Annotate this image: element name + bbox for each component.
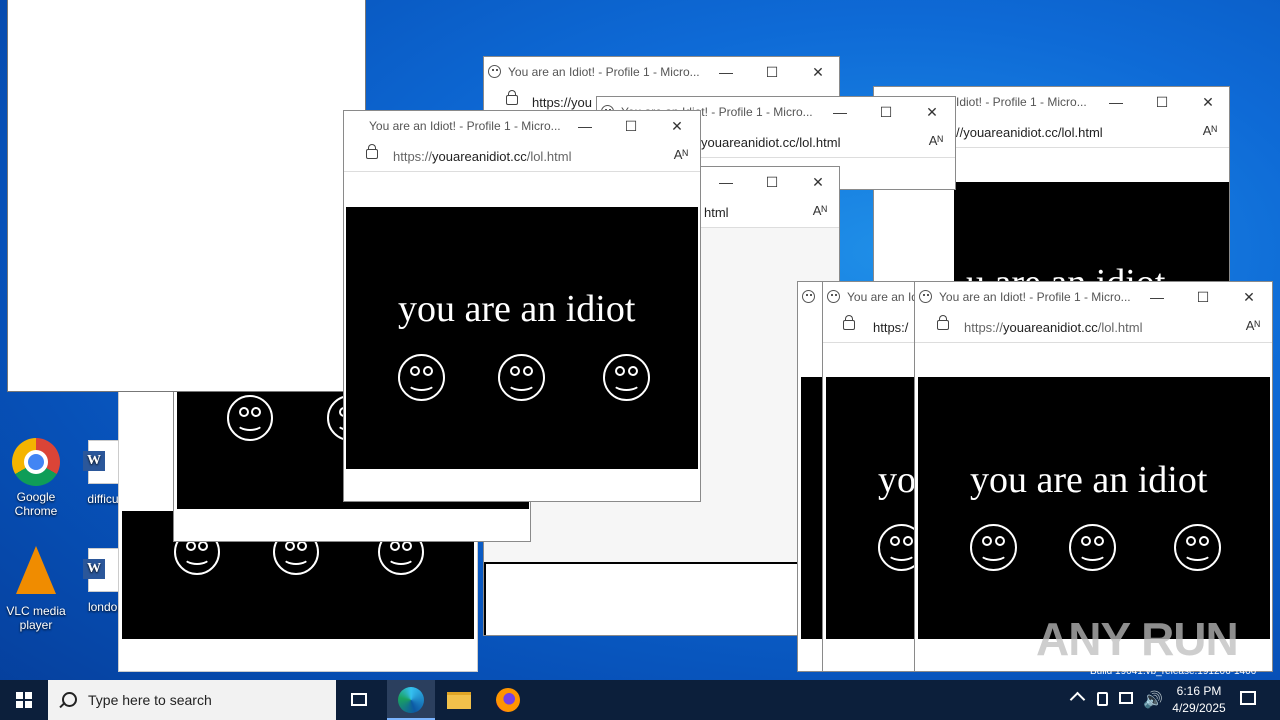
minimize-button[interactable]: —: [1093, 87, 1139, 117]
smiley-icon: [603, 354, 650, 401]
lock-icon: [506, 90, 518, 105]
minimize-button[interactable]: —: [817, 97, 863, 127]
lock-icon: [366, 144, 378, 159]
clock[interactable]: 6:16 PM 4/29/2025: [1164, 683, 1234, 717]
smiley-icon: [498, 354, 545, 401]
url-text: youareanidiot.cc/lol.html: [701, 135, 841, 150]
edge-taskbar-button[interactable]: [387, 680, 435, 720]
read-aloud-icon[interactable]: Aᴺ: [674, 147, 688, 162]
url-text: https://you: [532, 95, 592, 110]
firefox-icon: [496, 688, 520, 712]
minimize-button[interactable]: —: [703, 167, 749, 197]
anyrun-watermark: ANY RUN: [1036, 613, 1239, 665]
idiot-text: you are an idiot: [970, 459, 1208, 501]
idiot-text: you are an idiot: [398, 288, 636, 330]
maximize-button[interactable]: ☐: [608, 111, 654, 141]
smiley-icon: [970, 524, 1017, 571]
maximize-button[interactable]: ☐: [1180, 282, 1226, 312]
title-bar[interactable]: You are an Idiot! - Profile 1 - Micro...…: [915, 282, 1272, 312]
close-button[interactable]: ✕: [1226, 282, 1272, 312]
smiley-icon: [398, 354, 445, 401]
address-bar[interactable]: https://youareanidiot.cc/lol.html Aᴺ: [344, 141, 700, 172]
read-aloud-icon[interactable]: Aᴺ: [1203, 123, 1217, 138]
lock-icon: [843, 315, 855, 330]
clock-time: 6:16 PM: [1176, 684, 1222, 698]
windows-icon: [16, 692, 32, 708]
window-title: You are an Idiot! - Profile 1 - Micro...: [939, 290, 1131, 304]
blank-window[interactable]: [7, 0, 366, 392]
chevron-up-icon[interactable]: [1069, 691, 1086, 708]
network-icon[interactable]: [1119, 692, 1133, 704]
read-aloud-icon[interactable]: Aᴺ: [929, 133, 943, 148]
start-button[interactable]: [0, 680, 48, 720]
search-box[interactable]: Type here to search: [48, 680, 336, 720]
smiley-tab-icon: [919, 290, 932, 303]
idiot-text: yo: [878, 459, 916, 501]
smiley-tab-icon: [827, 290, 840, 303]
window-title: You are an Idiot! - Profile 1 - Micro...: [369, 119, 561, 133]
window-title: You are an Id: [847, 290, 918, 304]
task-view-icon: [351, 693, 367, 706]
title-bar[interactable]: You are an Idiot! - Profile 1 - Micro...…: [484, 57, 839, 87]
desktop-icon-label: VLC media: [6, 604, 66, 618]
taskbar: Type here to search 🔊 6:16 PM 4/29/2025: [0, 680, 1280, 720]
read-aloud-icon[interactable]: Aᴺ: [813, 203, 827, 218]
smiley-icon: [1069, 524, 1116, 571]
url-text: https:/: [873, 320, 909, 335]
url-text: //youareanidiot.cc/lol.html: [956, 125, 1103, 140]
smiley-tab-icon: [488, 65, 501, 78]
desktop-icon-label: Google: [16, 490, 56, 504]
maximize-button[interactable]: ☐: [1139, 87, 1185, 117]
idiot-content: [918, 377, 1270, 639]
vlc-icon: [16, 546, 56, 594]
chrome-icon: [12, 438, 60, 486]
edge-icon: [398, 687, 424, 713]
clock-date: 4/29/2025: [1172, 701, 1226, 715]
url-text: https://youareanidiot.cc/lol.html: [393, 149, 572, 164]
smiley-icon: [1174, 524, 1221, 571]
close-button[interactable]: ✕: [795, 57, 839, 87]
minimize-button[interactable]: —: [562, 111, 608, 141]
maximize-button[interactable]: ☐: [863, 97, 909, 127]
desktop-icon-label: player: [19, 618, 53, 632]
lock-icon: [937, 315, 949, 330]
minimize-button[interactable]: —: [703, 57, 749, 87]
browser-window-front-left[interactable]: You are an Idiot! - Profile 1 - Micro...…: [343, 110, 701, 502]
folder-icon: [447, 692, 471, 709]
url-text: https://youareanidiot.cc/lol.html: [964, 320, 1143, 335]
desktop-icon-label: Chrome: [14, 504, 58, 518]
close-button[interactable]: ✕: [1185, 87, 1229, 117]
search-icon: [62, 692, 77, 707]
title-bar[interactable]: You are an Idiot! - Profile 1 - Micro...…: [344, 111, 700, 141]
maximize-button[interactable]: ☐: [749, 167, 795, 197]
desktop-icon-vlc[interactable]: VLC media player: [0, 546, 76, 632]
window-title: You are an Idiot! - Profile 1 - Micro...: [508, 65, 700, 79]
idiot-content: [346, 207, 698, 469]
smiley-icon: [227, 395, 273, 441]
device-icon[interactable]: [1097, 692, 1108, 706]
file-explorer-button[interactable]: [435, 680, 483, 720]
build-text: Build 19041.vb_release.191206-1406: [1090, 666, 1257, 677]
notification-icon[interactable]: [1240, 691, 1256, 705]
search-placeholder: Type here to search: [88, 692, 212, 708]
desktop-icon-chrome[interactable]: Google Chrome: [0, 438, 76, 518]
close-button[interactable]: ✕: [795, 167, 839, 197]
maximize-button[interactable]: ☐: [749, 57, 795, 87]
address-bar[interactable]: https://youareanidiot.cc/lol.html Aᴺ: [915, 312, 1272, 343]
close-button[interactable]: ✕: [909, 97, 955, 127]
task-view-button[interactable]: [336, 680, 384, 720]
firefox-button[interactable]: [484, 680, 532, 720]
page-blank: [484, 562, 800, 635]
close-button[interactable]: ✕: [654, 111, 700, 141]
read-aloud-icon[interactable]: Aᴺ: [1246, 318, 1260, 333]
smiley-tab-icon: [802, 290, 815, 303]
window-title: Idiot! - Profile 1 - Micro...: [956, 95, 1087, 109]
minimize-button[interactable]: —: [1134, 282, 1180, 312]
volume-icon[interactable]: 🔊: [1143, 690, 1163, 710]
url-text: html: [704, 205, 729, 220]
